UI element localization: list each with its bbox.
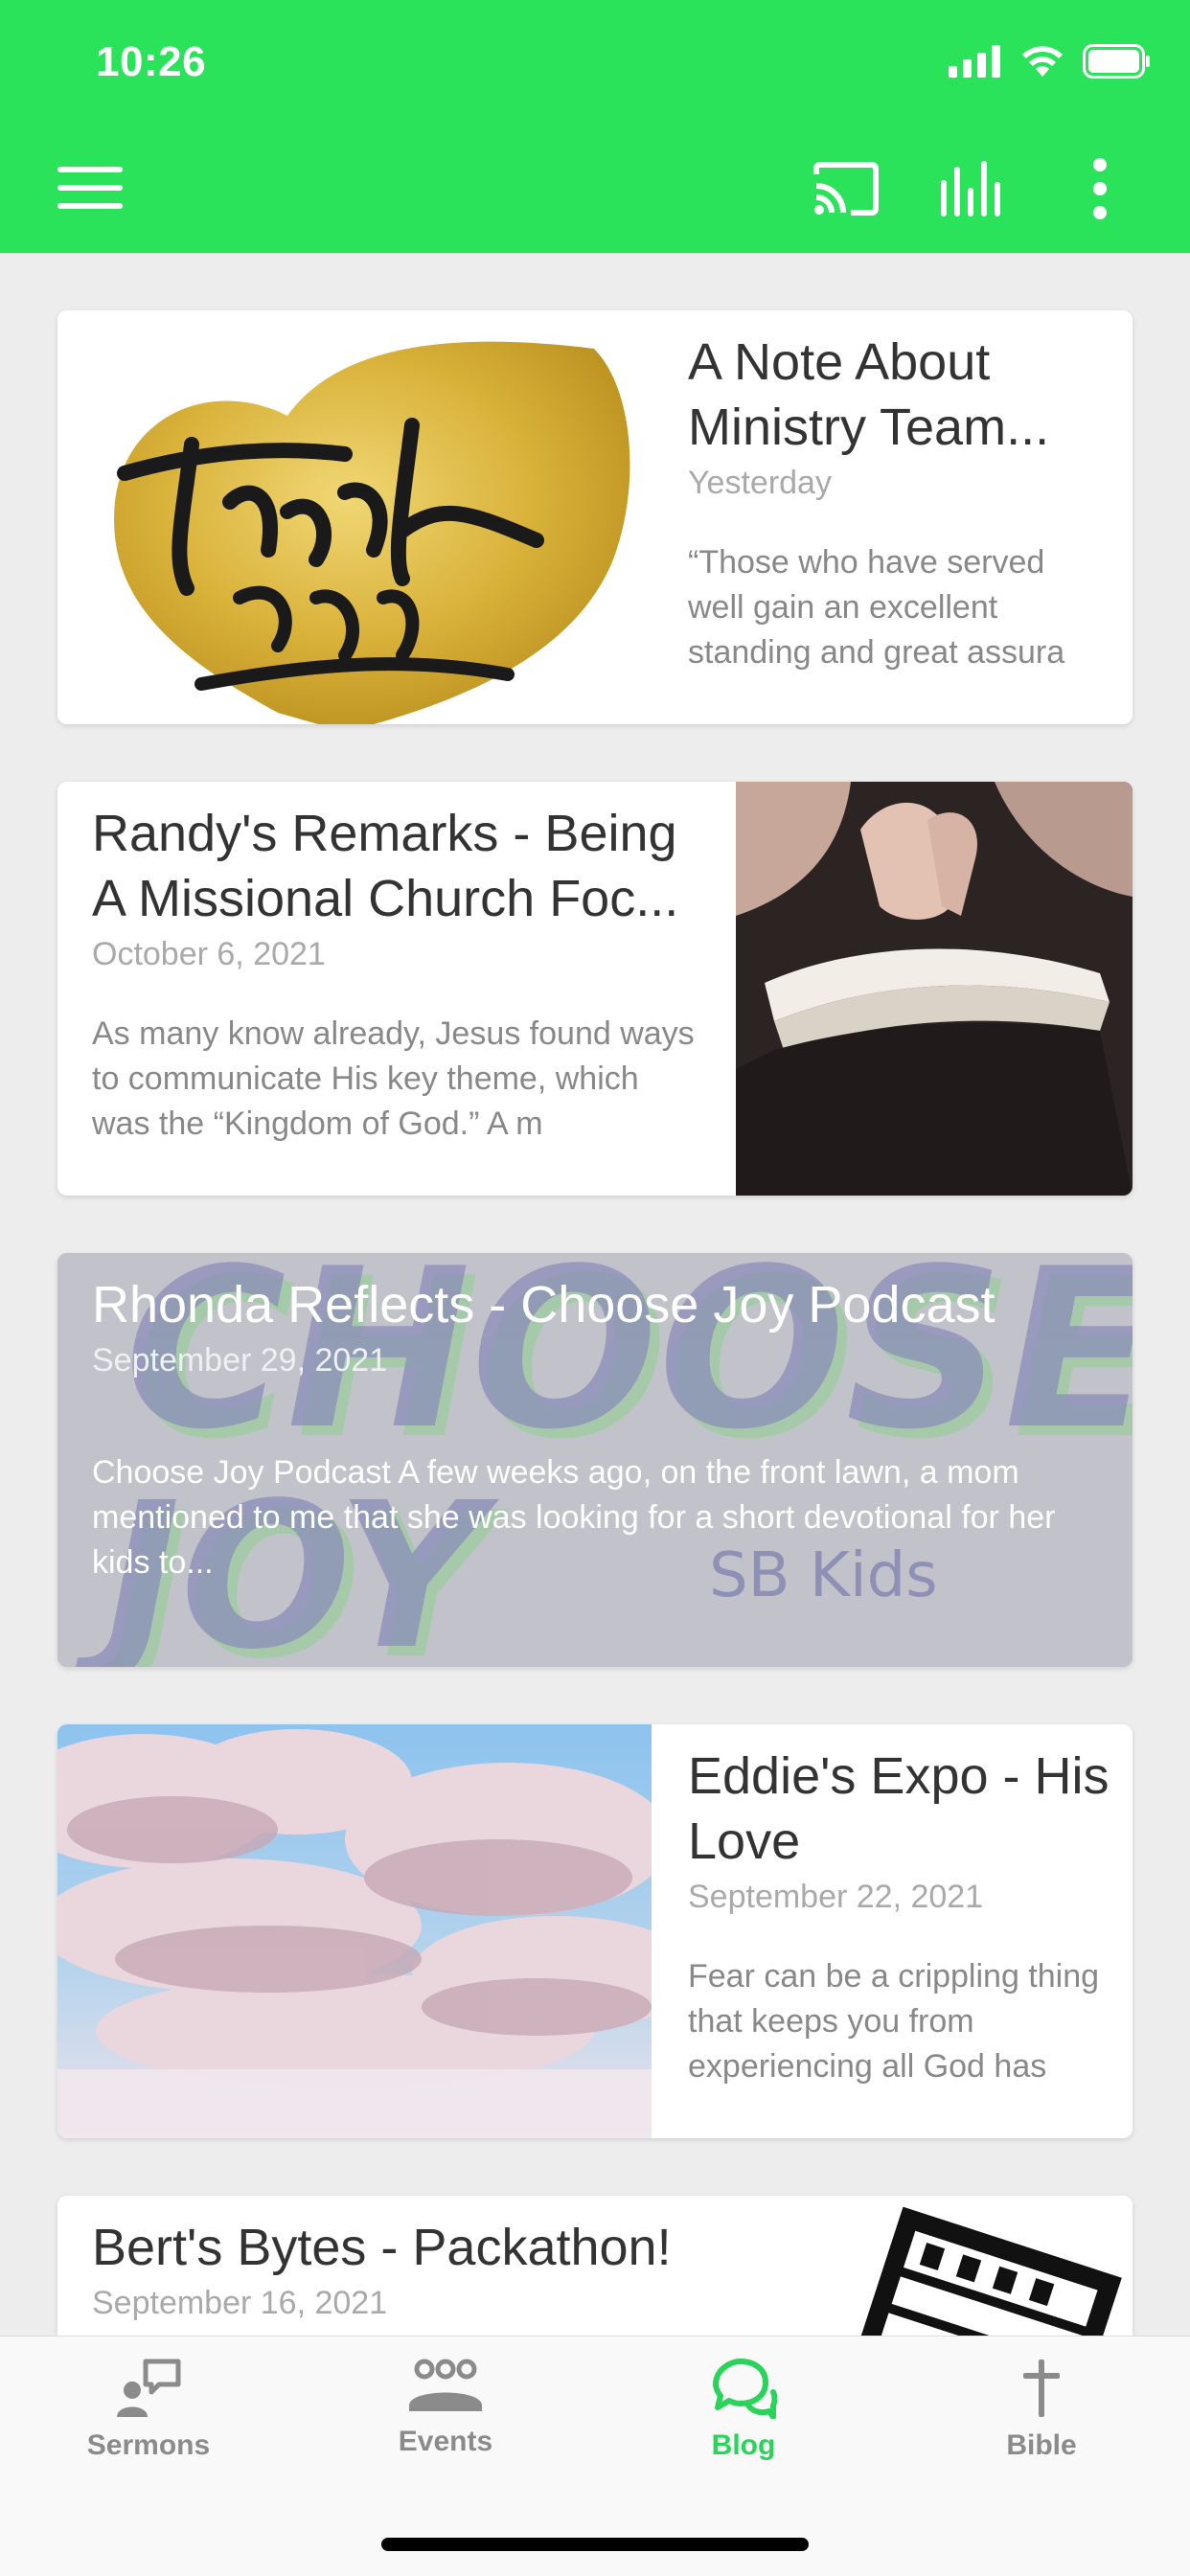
tab-sermons[interactable]: Sermons [53,2358,244,2462]
tab-blog[interactable]: Blog [648,2358,839,2462]
sermons-icon [117,2359,181,2417]
tab-events[interactable]: Events [350,2358,541,2458]
post-title: Bert's Bytes - Packathon! [92,2219,672,2276]
post-text: Bert's Bytes - Packathon! September 16, … [92,2196,782,2326]
post-excerpt: Choose Joy Podcast A few weeks ago, on t… [92,1454,1056,1581]
post-date: September 22, 2021 [688,1879,984,1915]
feed-stamp-image [826,2206,1122,2336]
post-image [57,310,652,724]
equalizer-icon [941,161,1000,217]
post-excerpt: Fear can be a crippling thing that keeps… [688,1958,1100,2085]
blog-feed[interactable]: A Note About Ministry Team... Yesterday … [0,253,1190,2336]
thank-you-image [114,341,630,724]
post-date: September 16, 2021 [92,2285,388,2321]
post-image [736,782,1133,1196]
post-card[interactable]: Randy's Remarks - Being A Missional Chur… [57,782,1133,1196]
clouds-image [57,1724,652,2138]
wifi-icon [1022,46,1063,77]
more-options-button[interactable] [1083,157,1117,225]
battery-icon [1083,44,1150,79]
status-time: 10:26 [96,38,207,85]
cross-icon [1023,2359,1060,2417]
tab-bible[interactable]: Bible [946,2358,1137,2462]
cast-button[interactable] [812,161,880,221]
more-vertical-icon [1093,158,1107,219]
blog-icon [713,2359,778,2420]
post-title: Rhonda Reflects - Choose Joy Podcast [92,1276,995,1334]
home-indicator[interactable] [381,2538,809,2551]
post-card[interactable]: Eddie's Expo - His Love September 22, 20… [57,1724,1133,2138]
audio-button[interactable] [939,161,1008,221]
menu-button[interactable] [57,165,123,216]
signal-icon [949,45,1000,78]
post-date: September 29, 2021 [92,1342,388,1379]
post-card[interactable]: Bert's Bytes - Packathon! September 16, … [57,2196,1133,2336]
tab-label: Events [398,2426,493,2457]
tab-label: Sermons [86,2429,211,2461]
post-date: Yesterday [688,465,832,501]
tab-label: Bible [1006,2429,1077,2461]
praying-hands-image [736,782,1133,1196]
hamburger-menu-icon [57,167,123,209]
post-text: Rhonda Reflects - Choose Joy Podcast Sep… [92,1253,1108,1585]
post-card[interactable]: A Note About Ministry Team... Yesterday … [57,310,1133,724]
post-text: Eddie's Expo - His Love September 22, 20… [688,1724,1110,2089]
post-text: A Note About Ministry Team... Yesterday … [688,310,1100,675]
post-excerpt: As many know already, Jesus found ways t… [92,1015,695,1142]
post-title: Randy's Remarks - Being A Missional Chur… [92,805,679,927]
post-image [805,2196,1133,2336]
post-title: A Note About Ministry Team... [688,333,1050,456]
post-image [57,1724,652,2138]
post-text: Randy's Remarks - Being A Missional Chur… [92,782,705,1147]
post-card[interactable]: CHOOSE CHOOSE JOY JOY SB Kids Rhonda Ref… [57,1253,1133,1667]
status-icons [949,44,1152,79]
post-date: October 6, 2021 [92,936,326,972]
post-title: Eddie's Expo - His Love [688,1747,1110,1870]
cast-icon [813,162,879,216]
app-bar: 10:26 [0,0,1190,253]
events-icon [409,2359,482,2411]
post-excerpt: “Those who have served well gain an exce… [688,544,1065,671]
tab-label: Blog [711,2429,776,2461]
